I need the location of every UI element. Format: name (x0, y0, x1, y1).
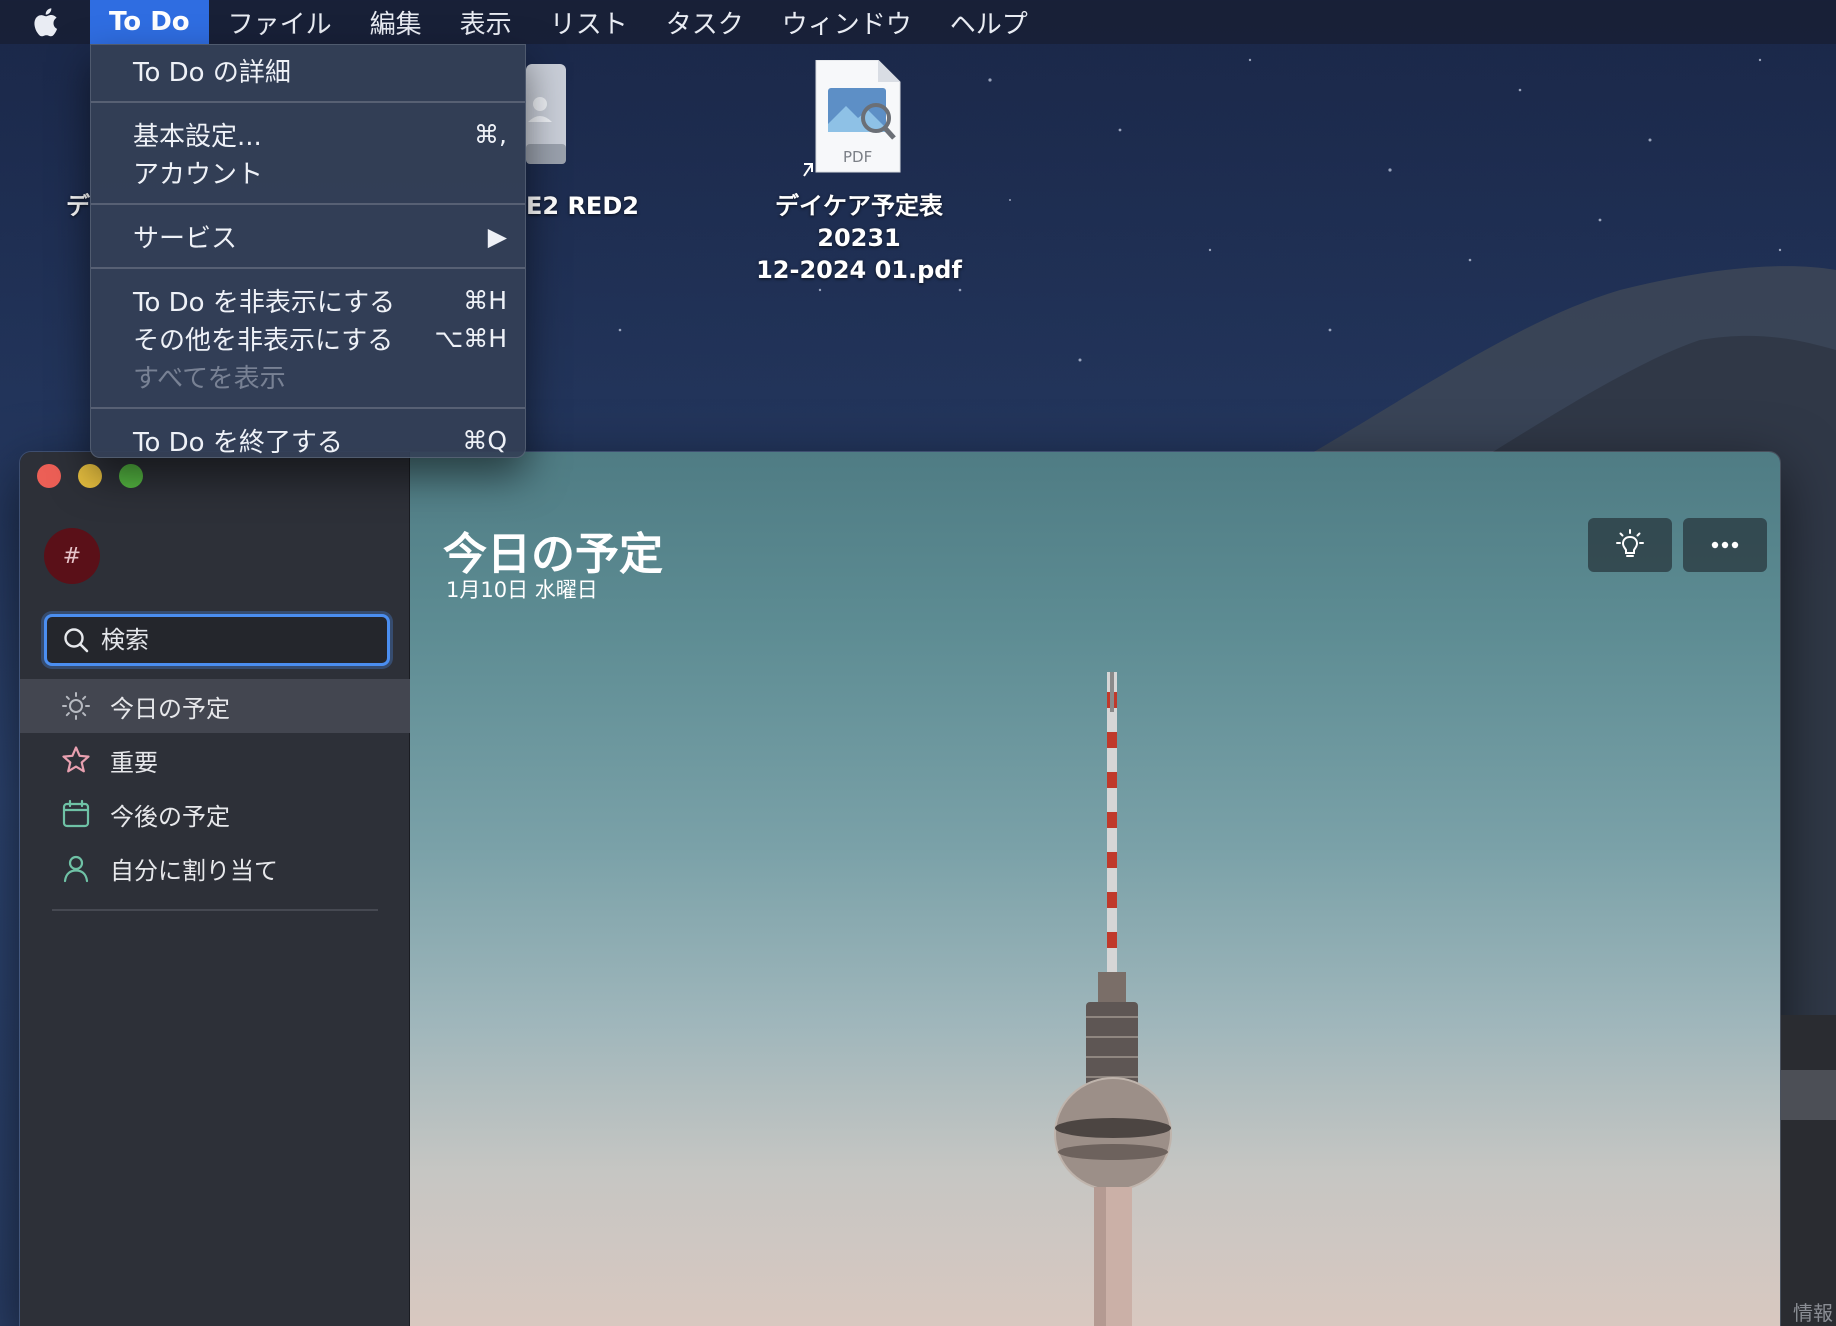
menu-item-shortcut: ⌘Q (462, 425, 507, 455)
star-icon (60, 744, 92, 776)
sun-icon (60, 690, 92, 722)
menu-separator (91, 407, 525, 409)
menu-view[interactable]: 表示 (441, 0, 531, 44)
search-input[interactable] (101, 626, 361, 654)
avatar[interactable]: # (44, 528, 100, 584)
submenu-arrow-icon: ▶ (487, 221, 507, 251)
search-icon (64, 628, 89, 653)
close-window-button[interactable] (37, 464, 61, 488)
todo-window: # 検索 今日の予定 重要 今後の予定 自分に割り当て 今日の予定 1月10日 … (19, 451, 1781, 1326)
menu-item-label: すべてを表示 (133, 363, 286, 394)
menu-item-show-all: すべてを表示 (91, 357, 525, 395)
pdf-badge: PDF (843, 148, 873, 166)
menu-bar: To Do ファイル 編集 表示 リスト タスク ウィンドウ ヘルプ (0, 0, 1836, 44)
sidebar-item-label: 重要 (110, 748, 158, 777)
drive-label[interactable]: E2 RED2 (526, 190, 639, 222)
menu-item-label: To Do を終了する (133, 427, 343, 458)
background-window-edge: 情報 (1781, 1015, 1836, 1326)
menu-item-quit[interactable]: To Do を終了する ⌘Q (91, 421, 525, 459)
menu-item-label: To Do を非表示にする (133, 287, 396, 318)
sidebar-item-my-day[interactable]: 今日の予定 (20, 679, 410, 733)
menu-item-label: To Do の詳細 (133, 57, 291, 88)
menu-item-shortcut: ⌥⌘H (434, 323, 507, 353)
apple-menu[interactable] (0, 0, 90, 44)
menu-separator (91, 101, 525, 103)
menu-item-accounts[interactable]: アカウント (91, 153, 525, 191)
sidebar-item-label: 今日の予定 (110, 694, 230, 723)
zoom-window-button[interactable] (119, 464, 143, 488)
sidebar-item-assigned[interactable]: 自分に割り当て (20, 841, 410, 895)
menu-item-shortcut: ⌘, (474, 119, 507, 149)
page-title: 今日の予定 (443, 529, 663, 580)
desktop-item-label-partial[interactable]: デ (66, 190, 90, 222)
pdf-file-label[interactable]: デイケア予定表20231 12-2024 01.pdf (735, 190, 983, 286)
menu-item-label: アカウント (133, 159, 264, 190)
more-icon (1711, 541, 1739, 549)
menu-item-preferences[interactable]: 基本設定... ⌘, (91, 115, 525, 153)
menu-item-label: 基本設定... (133, 121, 262, 152)
menu-separator (91, 203, 525, 205)
menu-file[interactable]: ファイル (209, 0, 351, 44)
menu-item-hide[interactable]: To Do を非表示にする ⌘H (91, 281, 525, 319)
menu-item-label: その他を非表示にする (133, 325, 394, 356)
sidebar-nav: 今日の予定 重要 今後の予定 自分に割り当て (20, 679, 410, 895)
menu-item-hide-others[interactable]: その他を非表示にする ⌥⌘H (91, 319, 525, 357)
window-controls (37, 464, 143, 488)
app-menu-dropdown: To Do の詳細 基本設定... ⌘, アカウント サービス ▶ To Do … (90, 44, 526, 458)
menu-list[interactable]: リスト (531, 0, 647, 44)
menu-item-shortcut: ⌘H (463, 285, 507, 315)
suggestions-button[interactable] (1588, 518, 1672, 572)
menu-separator (91, 267, 525, 269)
menu-item-label: サービス (133, 223, 238, 254)
apple-icon (34, 8, 58, 37)
task-list-pane: 今日の予定 1月10日 水曜日 (410, 452, 1780, 1326)
sidebar-divider (52, 909, 378, 911)
menu-item-services[interactable]: サービス ▶ (91, 217, 525, 255)
drive-icon[interactable] (526, 64, 568, 168)
background-window-label: 情報 (1793, 1301, 1833, 1325)
pdf-file-label-line1: デイケア予定表20231 (775, 192, 943, 252)
menu-item-about[interactable]: To Do の詳細 (91, 51, 525, 89)
sidebar-item-label: 今後の予定 (110, 802, 230, 831)
calendar-icon (60, 798, 92, 830)
sidebar: # 検索 今日の予定 重要 今後の予定 自分に割り当て (20, 452, 410, 1326)
lightbulb-icon (1616, 529, 1644, 557)
background-window-bar (1781, 1070, 1836, 1120)
search-box[interactable] (44, 614, 390, 666)
more-options-button[interactable] (1683, 518, 1767, 572)
sidebar-item-label: 自分に割り当て (110, 856, 278, 885)
person-icon (60, 852, 92, 884)
menu-window[interactable]: ウィンドウ (763, 0, 931, 44)
menu-edit[interactable]: 編集 (351, 0, 441, 44)
menu-task[interactable]: タスク (647, 0, 763, 44)
menu-todo[interactable]: To Do (90, 0, 209, 44)
page-date: 1月10日 水曜日 (446, 578, 598, 602)
sidebar-item-planned[interactable]: 今後の予定 (20, 787, 410, 841)
menu-help[interactable]: ヘルプ (931, 0, 1047, 44)
tv-tower-background-image (1054, 672, 1172, 1326)
pdf-file-label-line2: 12-2024 01.pdf (756, 256, 962, 284)
minimize-window-button[interactable] (78, 464, 102, 488)
sidebar-item-important[interactable]: 重要 (20, 733, 410, 787)
